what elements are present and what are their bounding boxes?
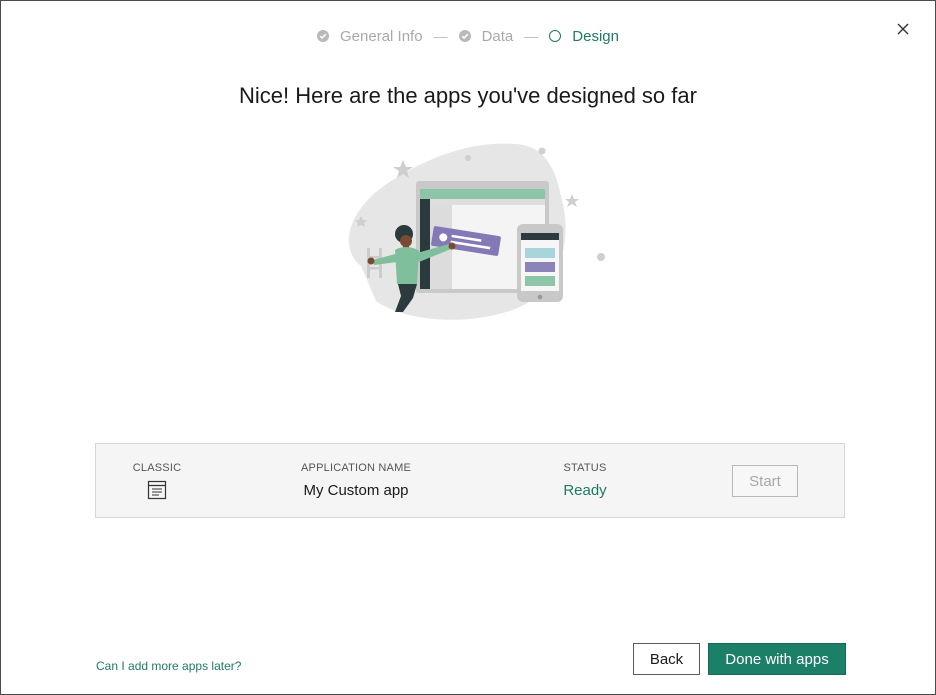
app-card: CLASSIC APPLICATION NAME My Custom app S… xyxy=(95,443,845,518)
step-design: Design xyxy=(549,28,619,45)
close-button[interactable] xyxy=(893,19,913,39)
status-column: STATUS Ready xyxy=(540,462,630,499)
step-label: Data xyxy=(481,27,514,45)
empty-circle-icon xyxy=(549,30,562,42)
column-header-classic: CLASSIC xyxy=(132,462,182,474)
check-circle-icon xyxy=(317,30,330,42)
apps-illustration xyxy=(331,136,611,331)
done-with-apps-button[interactable]: Done with apps xyxy=(708,643,846,675)
step-label: Design xyxy=(572,27,619,45)
page-title: Nice! Here are the apps you've designed … xyxy=(239,83,697,108)
column-header-application-name: APPLICATION NAME xyxy=(301,462,411,474)
step-general-info: General Info xyxy=(317,28,423,45)
designer-illustration-icon xyxy=(348,143,605,320)
check-circle-icon xyxy=(458,30,471,42)
classic-column: CLASSIC xyxy=(122,462,192,505)
application-name-column: APPLICATION NAME My Custom app xyxy=(281,462,431,499)
step-data: Data xyxy=(458,27,514,45)
back-button[interactable]: Back xyxy=(633,643,700,675)
form-icon xyxy=(122,480,192,505)
application-name: My Custom app xyxy=(303,482,409,499)
status-badge: Ready xyxy=(563,482,607,499)
app-design-dialog: General Info — Data — Design Nice! Here … xyxy=(0,0,936,695)
close-icon xyxy=(897,23,909,35)
add-more-apps-help-link[interactable]: Can I add more apps later? xyxy=(96,659,241,673)
step-separator: — xyxy=(433,28,448,44)
column-header-status: STATUS xyxy=(563,462,607,474)
wizard-stepper: General Info — Data — Design xyxy=(1,25,935,47)
step-label: General Info xyxy=(340,27,423,45)
step-separator: — xyxy=(524,28,539,44)
start-button[interactable]: Start xyxy=(732,465,798,497)
